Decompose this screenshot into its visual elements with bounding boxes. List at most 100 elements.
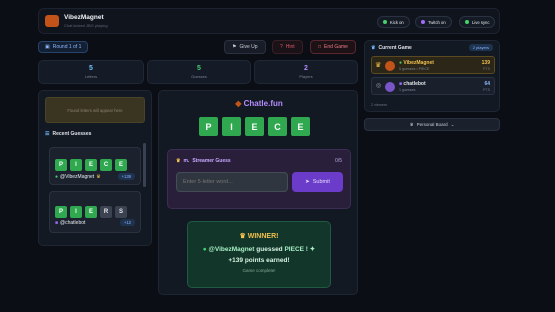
twitch-label: Twitch on — [428, 19, 446, 25]
trophy-icon: ♛ — [409, 121, 414, 127]
winner-title: ♛ WINNER! — [188, 232, 330, 240]
stat-letters-label: Letters — [84, 74, 98, 79]
brand-logo-icon: ◆ — [235, 99, 242, 108]
kick-icon: ● — [399, 60, 403, 66]
live-sync-pill[interactable]: Live sync — [459, 16, 496, 28]
current-game-panel: ♛ Current Game 2 players ♛ ● VibezMagnet… — [364, 40, 500, 112]
twitch-icon: ■ — [55, 220, 59, 226]
kick-label: Kick on — [390, 19, 404, 25]
winner-message: ● @VibezMagnet guessed PIECE ! ✦ — [188, 245, 330, 253]
stat-players: 2 Players — [254, 60, 358, 84]
chevron-down-icon: ⌄ — [450, 121, 455, 127]
answer-tiles: P I E C E — [199, 117, 310, 136]
left-panel: Found letters will appear here ☰ Recent … — [38, 90, 152, 246]
recent-guesses-label: Recent Guesses — [52, 131, 92, 137]
player-name: ● VibezMagnet — [399, 60, 434, 66]
kick-status-pill[interactable]: Kick on — [377, 16, 410, 28]
kick-icon: ● — [202, 246, 207, 253]
recent-scrollbar[interactable] — [143, 143, 146, 187]
list-icon: ☰ — [45, 131, 50, 137]
stat-guesses-label: Guesses — [191, 74, 207, 79]
winner-points: +139 points earned! — [228, 257, 290, 264]
end-game-button[interactable]: □ End Game — [310, 40, 356, 54]
flag-icon: ⚑ — [232, 44, 237, 50]
live-sync-label: Live sync — [472, 19, 490, 25]
letter-tile: I — [70, 206, 82, 218]
trophy-icon: ♛ — [176, 158, 181, 164]
answer-tile: E — [245, 117, 264, 136]
hint-label: Hint — [285, 44, 295, 50]
brand-title: ◆ Chatle.fun — [159, 99, 359, 108]
letter-tile: S — [115, 206, 127, 218]
found-letters-box: Found letters will appear here — [45, 97, 145, 123]
winner-user: @VibezMagnet — [208, 246, 255, 253]
recent-guesses-title: ☰ Recent Guesses — [45, 131, 91, 137]
streamer-guess-title: ♛ m. Streamer Guess — [176, 158, 231, 164]
answer-tile: I — [222, 117, 241, 136]
player-points-label: PTS — [483, 67, 490, 71]
submit-button[interactable]: ➤ Submit — [292, 172, 343, 192]
streamer-guess-box: ♛ m. Streamer Guess 0/5 ➤ Submit — [167, 149, 351, 209]
trophy-icon: ♛ — [239, 233, 246, 240]
logo-icon — [45, 15, 59, 27]
stat-players-label: Players — [299, 74, 313, 79]
letter-tile: P — [55, 206, 67, 218]
round-label: Round 1 of 1 — [52, 44, 82, 50]
twitch-status-pill[interactable]: Twitch on — [415, 16, 452, 28]
kick-icon: ● — [55, 174, 59, 180]
mic-icon: m. — [183, 158, 190, 164]
letter-tile: P — [55, 159, 67, 171]
player-name-label: chatlebot — [403, 81, 426, 87]
player-meta: 5 guesses • PIECE — [399, 67, 430, 71]
player-row[interactable]: ♛ ● VibezMagnet 5 guesses • PIECE 139 PT… — [371, 56, 495, 74]
winner-title-label: WINNER! — [247, 233, 279, 240]
answer-tile: E — [291, 117, 310, 136]
guess-card: PIECE ● @VibezMagnet ♛ +139 — [49, 147, 141, 185]
word-input[interactable] — [176, 172, 288, 192]
answer-tile: C — [268, 117, 287, 136]
current-game-label: Current Game — [378, 45, 412, 51]
send-icon: ➤ — [305, 179, 310, 185]
winner-verb: guessed — [256, 246, 283, 253]
winner-word: PIECE ! — [284, 246, 308, 253]
give-up-button[interactable]: ⚑ Give Up — [224, 40, 266, 54]
player-points: 64 — [484, 81, 490, 87]
players-badge: 2 players — [468, 44, 493, 51]
hint-button[interactable]: ? Hint — [272, 40, 303, 54]
party-icon: ✦ — [309, 246, 316, 253]
avatar — [385, 82, 395, 92]
trophy-icon: ♛ — [371, 45, 376, 51]
guess-tiles: PIERS — [55, 200, 130, 218]
letter-tile: E — [85, 206, 97, 218]
guess-points-badge: +12 — [119, 219, 135, 226]
brand-label: Chatle.fun — [243, 99, 283, 108]
give-up-label: Give Up — [239, 44, 258, 50]
rank-crown-icon: ♛ — [375, 62, 382, 69]
answer-tile: P — [199, 117, 218, 136]
kick-dot-icon — [383, 20, 387, 24]
stop-icon: □ — [318, 44, 322, 50]
app-subtitle: Chat kicked JBG playing — [64, 23, 108, 28]
sync-dot-icon — [465, 20, 469, 24]
game-status: Game complete! — [242, 268, 276, 273]
avatar — [385, 61, 395, 71]
letter-tile: I — [70, 159, 82, 171]
twitch-dot-icon — [421, 20, 425, 24]
player-points-label: PTS — [483, 88, 490, 92]
player-points: 139 — [481, 60, 490, 66]
personal-board-button[interactable]: ♛ Personal Board ⌄ — [364, 118, 500, 131]
trophy-icon: ♛ — [96, 174, 101, 180]
player-row[interactable]: ◎ ■ chatlebot 1 guesses 64 PTS — [371, 77, 495, 95]
round-badge: ▣ Round 1 of 1 — [38, 41, 89, 53]
current-game-title: ♛ Current Game — [371, 45, 412, 51]
letter-tile: E — [115, 159, 127, 171]
guess-username: @VibezMagnet — [60, 174, 95, 180]
round-icon: ▣ — [45, 44, 50, 50]
stat-players-value: 2 — [304, 65, 308, 72]
stat-guesses-value: 5 — [197, 65, 201, 72]
twitch-icon: ■ — [399, 81, 403, 87]
guess-points-badge: +139 — [117, 173, 135, 180]
streamer-guess-label: Streamer Guess — [192, 158, 231, 164]
guess-card: PIERS ■ @chatlebot +12 — [49, 191, 141, 233]
top-bar: VibezMagnet Chat kicked JBG playing Kick… — [38, 8, 500, 34]
